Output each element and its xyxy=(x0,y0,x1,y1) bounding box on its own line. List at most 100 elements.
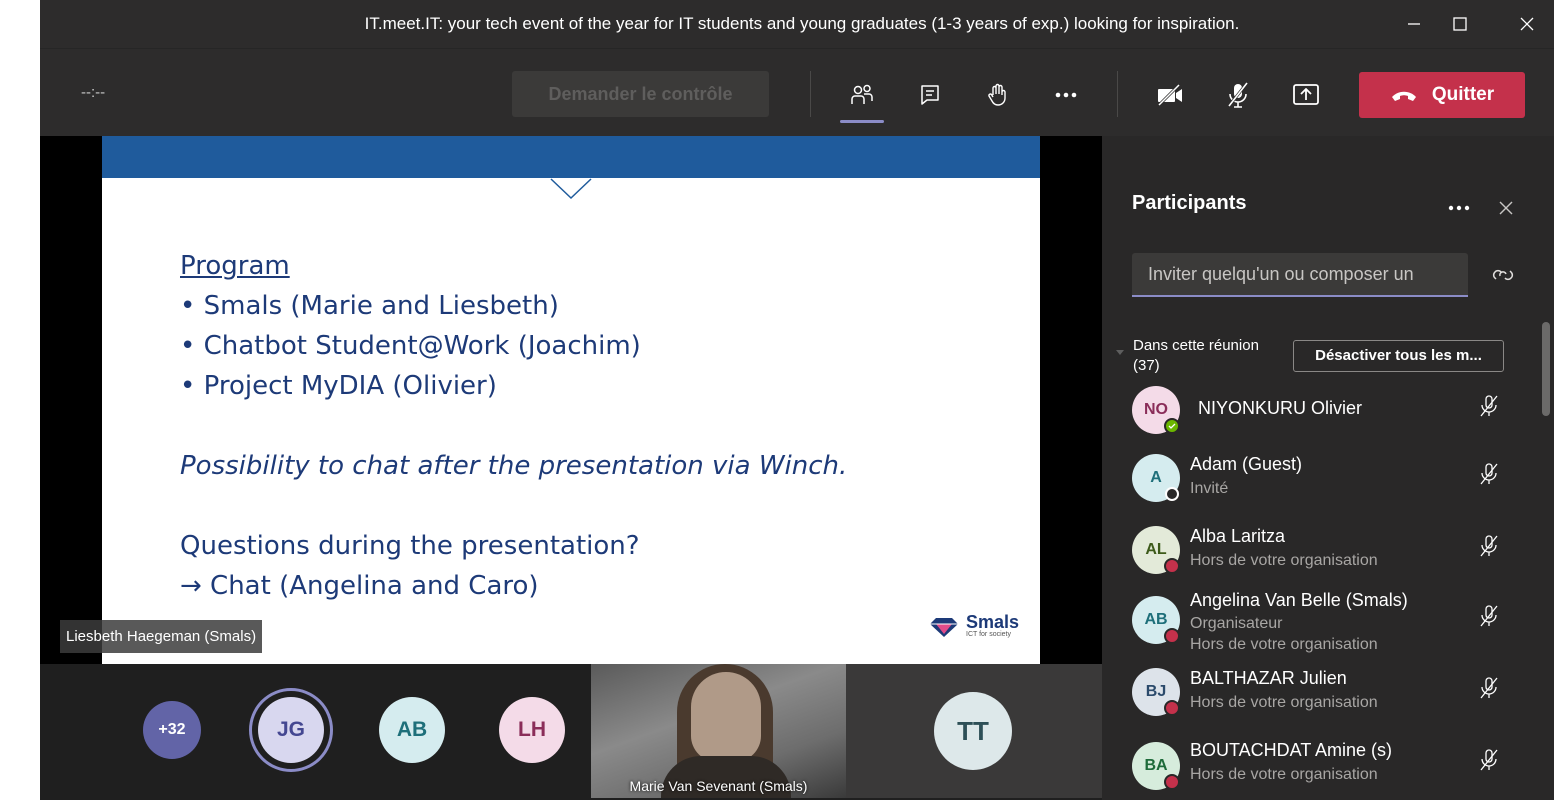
slide-header-band xyxy=(102,136,1040,178)
participant-name: Angelina Van Belle (Smals) xyxy=(1190,590,1408,610)
participant-org: Hors de votre organisation xyxy=(1190,636,1378,653)
panel-title: Participants xyxy=(1132,192,1247,214)
camera-toggle-button[interactable] xyxy=(1150,75,1190,115)
mic-off-icon[interactable] xyxy=(1478,462,1500,486)
speaker-name-tag: Liesbeth Haegeman (Smals) xyxy=(60,620,263,653)
share-tray-icon xyxy=(1293,84,1319,105)
speaking-ring: JG xyxy=(249,688,333,772)
share-button[interactable] xyxy=(1286,75,1326,115)
request-control-button[interactable]: Demander le contrôle xyxy=(512,71,769,117)
participant-row[interactable]: AL Alba Laritza Hors de votre organisati… xyxy=(1132,526,1512,586)
link-icon xyxy=(1492,269,1514,281)
smals-diamond-icon xyxy=(930,617,958,637)
maximize-icon xyxy=(1453,17,1467,31)
panel-close-button[interactable] xyxy=(1498,200,1514,221)
collapse-section-icon[interactable] xyxy=(1116,350,1124,355)
participant-role: Organisateur xyxy=(1190,615,1283,632)
participant-org: Hors de votre organisation xyxy=(1190,694,1378,711)
minimize-icon xyxy=(1408,23,1420,25)
slide-chat-line: → Chat (Angelina and Caro) xyxy=(180,571,539,601)
busy-status-icon xyxy=(1164,628,1180,644)
available-status-icon xyxy=(1164,418,1180,434)
people-icon xyxy=(851,84,873,104)
mic-off-icon[interactable] xyxy=(1478,534,1500,558)
participant-name: Adam (Guest) xyxy=(1190,454,1303,474)
presentation-slide: Program • Smals (Marie and Liesbeth) • C… xyxy=(102,136,1040,664)
slide-bullet: • Smals (Marie and Liesbeth) xyxy=(180,291,559,321)
smals-logo: Smals ICT for society xyxy=(928,613,1019,639)
participants-button[interactable] xyxy=(842,75,882,115)
more-icon xyxy=(1448,205,1470,211)
mute-all-button[interactable]: Désactiver tous les m... xyxy=(1293,340,1504,372)
participant-row[interactable]: BJ BALTHAZAR Julien Hors de votre organi… xyxy=(1132,668,1512,728)
minimize-button[interactable] xyxy=(1391,0,1437,48)
chat-button[interactable] xyxy=(910,75,950,115)
busy-status-icon xyxy=(1164,558,1180,574)
panel-scrollbar[interactable] xyxy=(1542,322,1550,416)
participants-panel: Participants Inviter quelqu'un ou compos… xyxy=(1102,136,1554,800)
participant-org: Hors de votre organisation xyxy=(1190,766,1378,783)
participant-role: Invité xyxy=(1190,480,1229,497)
active-tab-indicator xyxy=(840,120,884,123)
slide-bullet: • Project MyDIA (Olivier) xyxy=(180,371,497,401)
participant-tile[interactable]: TT xyxy=(846,664,1102,798)
offline-status-icon xyxy=(1165,487,1179,501)
participant-name: NIYONKURU Olivier xyxy=(1198,398,1363,418)
slide-body: Program • Smals (Marie and Liesbeth) • C… xyxy=(180,246,847,606)
participant-name: Alba Laritza xyxy=(1190,526,1286,546)
window-title: IT.meet.IT: your tech event of the year … xyxy=(364,14,1240,33)
toolbar-divider xyxy=(810,71,811,117)
video-participant-name: Marie Van Sevenant (Smals) xyxy=(629,778,808,794)
mic-off-icon xyxy=(1227,82,1249,108)
avatar[interactable]: AB xyxy=(379,697,445,763)
participant-row[interactable]: NO NIYONKURU Olivier xyxy=(1132,386,1512,446)
mic-toggle-button[interactable] xyxy=(1218,75,1258,115)
participant-gallery: +32 JG AB LH Marie Van Sevenant (Smals) … xyxy=(40,664,1102,800)
overflow-participants-button[interactable]: +32 xyxy=(143,701,201,759)
maximize-button[interactable] xyxy=(1437,0,1483,48)
slide-questions-line: Questions during the presentation? xyxy=(180,531,640,561)
phone-hangup-icon xyxy=(1391,91,1416,101)
slide-chat-note: Possibility to chat after the presentati… xyxy=(180,451,848,481)
more-icon xyxy=(1055,92,1077,98)
participant-name: BALTHAZAR Julien xyxy=(1190,668,1347,688)
copy-link-button[interactable] xyxy=(1492,266,1514,289)
raise-hand-icon xyxy=(988,83,1006,106)
participant-name: BOUTACHDAT Amine (s) xyxy=(1190,740,1393,760)
more-actions-button[interactable] xyxy=(1046,75,1086,115)
in-meeting-section-label[interactable]: Dans cette réunion (37) xyxy=(1133,336,1259,376)
video-person-face xyxy=(691,672,761,762)
participant-row[interactable]: A Adam (Guest) Invité xyxy=(1132,454,1512,514)
toolbar-divider xyxy=(1117,71,1118,117)
mic-off-icon[interactable] xyxy=(1478,676,1500,700)
close-icon xyxy=(1520,17,1534,31)
leave-button-label: Quitter xyxy=(1431,84,1495,105)
leave-button[interactable]: Quitter xyxy=(1359,72,1525,118)
meeting-toolbar: --:-- Demander le contrôle Quitter xyxy=(40,48,1554,136)
participant-row[interactable]: BA BOUTACHDAT Amine (s) Hors de votre or… xyxy=(1132,740,1512,800)
avatar[interactable]: JG xyxy=(258,697,324,763)
teams-meeting-window: IT.meet.IT: your tech event of the year … xyxy=(40,0,1554,800)
close-icon xyxy=(1499,201,1513,215)
busy-status-icon xyxy=(1164,700,1180,716)
mic-off-icon[interactable] xyxy=(1478,748,1500,772)
raise-hand-button[interactable] xyxy=(978,75,1018,115)
participant-org: Hors de votre organisation xyxy=(1190,552,1378,569)
invite-input[interactable]: Inviter quelqu'un ou composer un xyxy=(1132,253,1468,297)
chevron-down-icon xyxy=(550,178,592,200)
busy-status-icon xyxy=(1164,774,1180,790)
shared-content-stage: Program • Smals (Marie and Liesbeth) • C… xyxy=(40,136,1102,664)
camera-off-icon xyxy=(1157,83,1182,107)
meeting-timer: --:-- xyxy=(81,84,106,101)
slide-bullet: • Chatbot Student@Work (Joachim) xyxy=(180,331,641,361)
close-button[interactable] xyxy=(1504,0,1550,48)
slide-heading: Program xyxy=(180,251,290,281)
mic-off-icon[interactable] xyxy=(1478,604,1500,628)
participant-video-tile[interactable]: Marie Van Sevenant (Smals) xyxy=(591,664,846,798)
avatar: TT xyxy=(934,692,1012,770)
avatar[interactable]: LH xyxy=(499,697,565,763)
participant-row[interactable]: AB Angelina Van Belle (Smals) Organisate… xyxy=(1132,590,1512,660)
mic-off-icon[interactable] xyxy=(1478,394,1500,418)
panel-more-button[interactable] xyxy=(1448,198,1472,216)
title-bar: IT.meet.IT: your tech event of the year … xyxy=(40,0,1554,48)
